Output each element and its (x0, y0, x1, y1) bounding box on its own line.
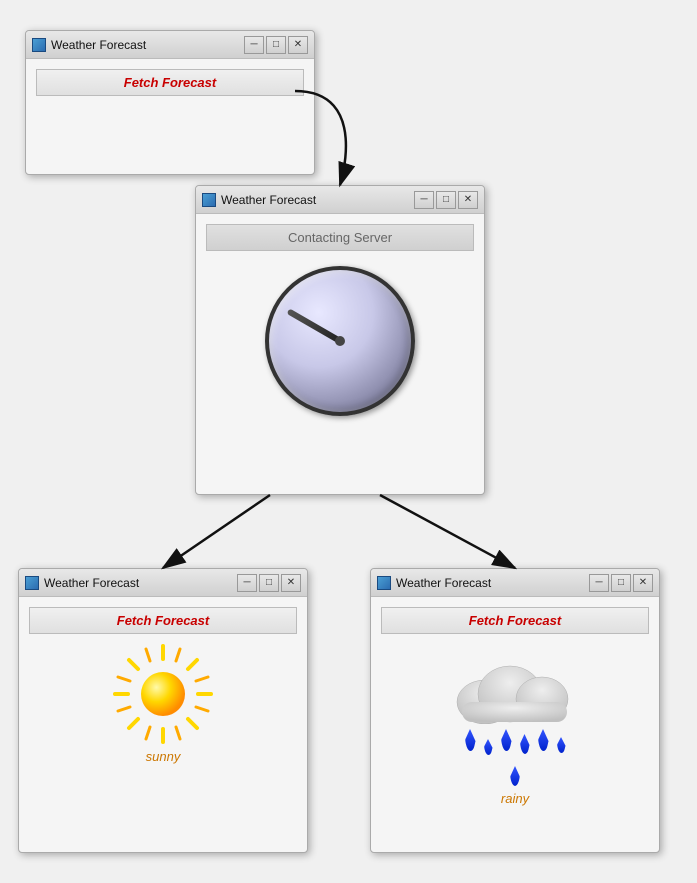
contacting-server-label: Contacting Server (206, 224, 474, 251)
sun-graphic (113, 644, 213, 744)
maximize-btn-initial[interactable]: □ (266, 36, 286, 54)
close-btn-rainy[interactable]: ✕ (633, 574, 653, 592)
weather-label-sunny: sunny (146, 749, 181, 764)
raindrop (484, 739, 493, 755)
sun-display: sunny (29, 634, 297, 769)
window-icon-rainy (377, 576, 391, 590)
sun-rays-svg (113, 644, 213, 744)
raindrop (520, 734, 530, 754)
arrow-loading-to-rainy (380, 495, 515, 568)
window-rainy: Weather Forecast ─ □ ✕ Fetch Forecast (370, 568, 660, 853)
window-icon-sunny (25, 576, 39, 590)
titlebar-sunny: Weather Forecast ─ □ ✕ (19, 569, 307, 597)
window-content-rainy: Fetch Forecast (371, 597, 659, 821)
gauge-needle (287, 308, 342, 343)
raindrop (501, 729, 512, 751)
fetch-forecast-button-rainy[interactable]: Fetch Forecast (381, 607, 649, 634)
close-btn-initial[interactable]: ✕ (288, 36, 308, 54)
raindrop (465, 729, 476, 751)
window-icon-initial (32, 38, 46, 52)
titlebar-loading: Weather Forecast ─ □ ✕ (196, 186, 484, 214)
minimize-btn-sunny[interactable]: ─ (237, 574, 257, 592)
window-content-loading: Contacting Server (196, 214, 484, 441)
weather-label-rainy: rainy (501, 791, 529, 806)
window-content-sunny: Fetch Forecast (19, 597, 307, 779)
minimize-btn-initial[interactable]: ─ (244, 36, 264, 54)
titlebar-initial: Weather Forecast ─ □ ✕ (26, 31, 314, 59)
arrow-loading-to-sunny (163, 495, 270, 568)
fetch-forecast-button-initial[interactable]: Fetch Forecast (36, 69, 304, 96)
maximize-btn-loading[interactable]: □ (436, 191, 456, 209)
titlebar-title-loading: Weather Forecast (221, 193, 412, 207)
window-initial: Weather Forecast ─ □ ✕ Fetch Forecast (25, 30, 315, 175)
minimize-btn-loading[interactable]: ─ (414, 191, 434, 209)
close-btn-sunny[interactable]: ✕ (281, 574, 301, 592)
maximize-btn-sunny[interactable]: □ (259, 574, 279, 592)
window-icon-loading (202, 193, 216, 207)
window-loading: Weather Forecast ─ □ ✕ Contacting Server (195, 185, 485, 495)
close-btn-loading[interactable]: ✕ (458, 191, 478, 209)
titlebar-title-sunny: Weather Forecast (44, 576, 235, 590)
loading-gauge (265, 266, 415, 416)
titlebar-title-initial: Weather Forecast (51, 38, 242, 52)
raindrop (557, 737, 566, 753)
cloud-svg (450, 644, 580, 724)
maximize-btn-rainy[interactable]: □ (611, 574, 631, 592)
fetch-forecast-button-sunny[interactable]: Fetch Forecast (29, 607, 297, 634)
window-content-initial: Fetch Forecast (26, 59, 314, 106)
gauge-center (335, 336, 345, 346)
raindrop (510, 766, 520, 786)
window-sunny: Weather Forecast ─ □ ✕ Fetch Forecast (18, 568, 308, 853)
gauge-container (206, 251, 474, 431)
titlebar-rainy: Weather Forecast ─ □ ✕ (371, 569, 659, 597)
raindrop (538, 729, 549, 751)
cloud-display: rainy (381, 634, 649, 811)
minimize-btn-rainy[interactable]: ─ (589, 574, 609, 592)
rain-drops-container (460, 729, 570, 786)
titlebar-title-rainy: Weather Forecast (396, 576, 587, 590)
